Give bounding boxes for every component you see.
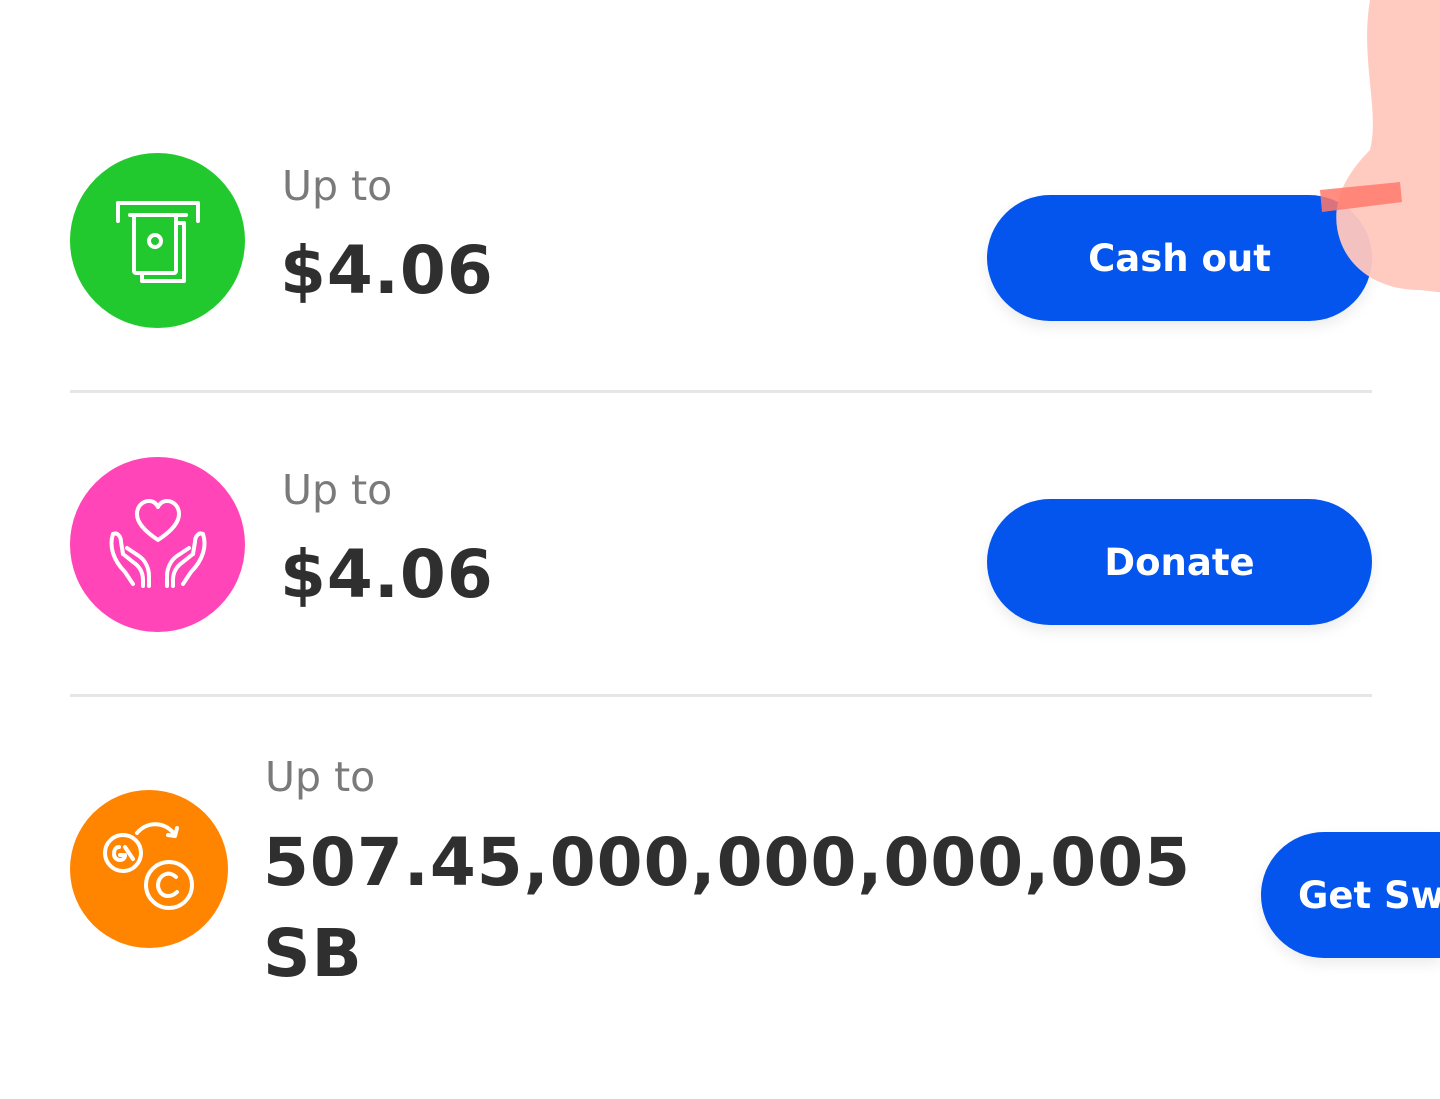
donate-icon-badge bbox=[70, 457, 245, 632]
donate-button[interactable]: Donate bbox=[987, 499, 1372, 625]
donate-prefix: Up to bbox=[282, 466, 393, 514]
row-divider bbox=[70, 390, 1372, 393]
coin-exchange-icon bbox=[103, 822, 194, 910]
get-swagbucks-button[interactable]: Get Sw bbox=[1261, 832, 1440, 958]
cash-out-button[interactable]: Cash out bbox=[987, 195, 1372, 321]
swagbucks-icon-badge bbox=[70, 790, 228, 948]
swagbucks-amount-line2: SB bbox=[263, 915, 363, 992]
heart-hands-icon bbox=[109, 498, 206, 588]
donate-amount: $4.06 bbox=[280, 536, 494, 613]
cash-out-prefix: Up to bbox=[282, 162, 393, 210]
swagbucks-amount-line1: 507.45,000,000,000,005 bbox=[263, 824, 1192, 901]
cash-out-amount: $4.06 bbox=[280, 232, 494, 309]
swagbucks-prefix: Up to bbox=[265, 753, 376, 801]
row-divider bbox=[70, 694, 1372, 697]
atm-cash-icon bbox=[115, 200, 200, 283]
cash-out-icon-badge bbox=[70, 153, 245, 328]
redeem-options-list: Up to $4.06 Cash out Up to $4.06 Donate bbox=[0, 0, 1440, 1099]
